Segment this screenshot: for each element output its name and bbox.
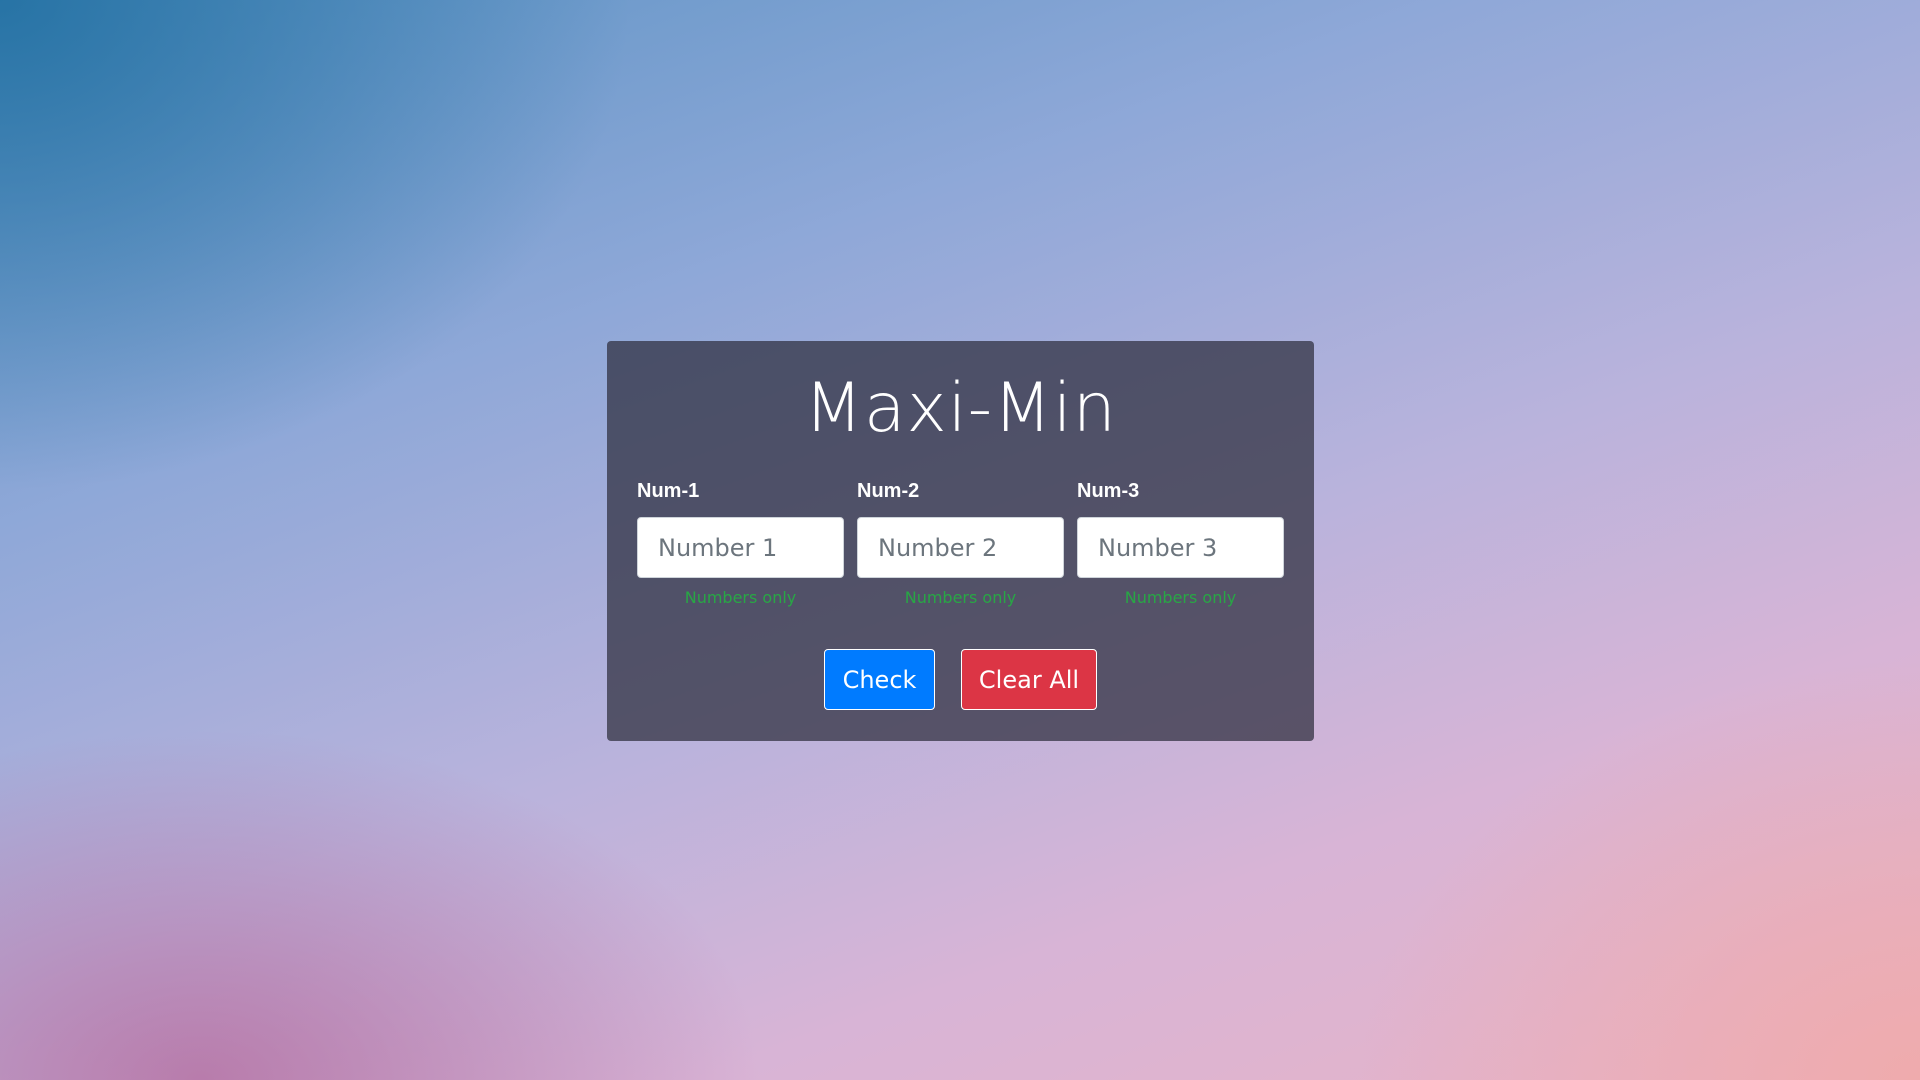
number-2-input[interactable]	[857, 517, 1064, 578]
num-1-hint: Numbers only	[684, 588, 797, 607]
num-2-hint: Numbers only	[904, 588, 1017, 607]
num-3-group: Num-3 Numbers only	[1077, 481, 1284, 607]
num-1-label: Num-1	[637, 480, 700, 502]
num-1-group: Num-1 Numbers only	[637, 481, 844, 607]
maximin-card: Maxi-Min Num-1 Numbers only Num-2 Number…	[607, 341, 1314, 741]
num-3-label: Num-3	[1077, 480, 1140, 502]
num-3-hint: Numbers only	[1124, 588, 1237, 607]
number-1-input[interactable]	[637, 517, 844, 578]
num-2-group: Num-2 Numbers only	[857, 481, 1064, 607]
clear-all-button[interactable]: Clear All	[961, 649, 1097, 710]
page-title: Maxi-Min	[804, 369, 1117, 448]
check-button[interactable]: Check	[824, 649, 935, 710]
num-2-label: Num-2	[857, 480, 920, 502]
number-3-input[interactable]	[1077, 517, 1284, 578]
